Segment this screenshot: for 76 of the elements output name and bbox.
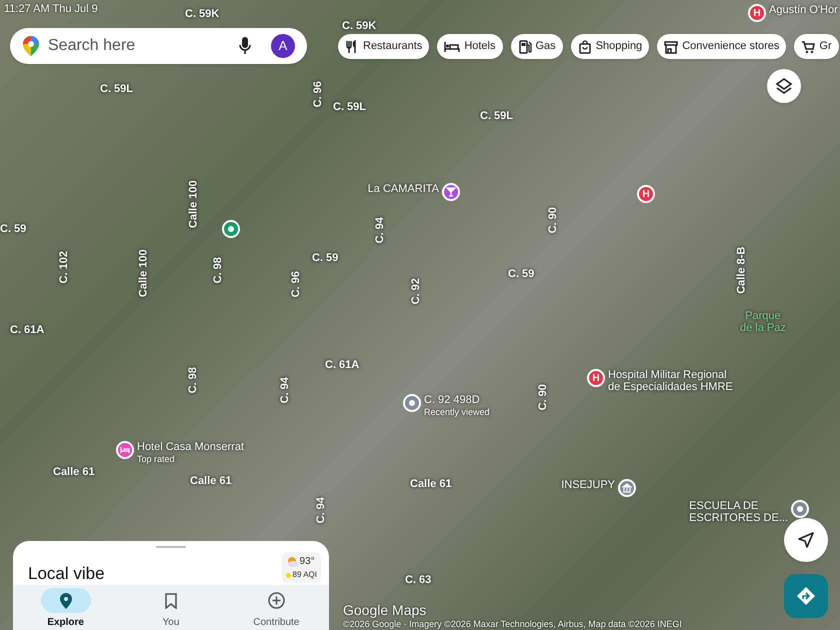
- street-label: C. 90: [546, 207, 560, 234]
- add-circle-icon: [268, 592, 285, 609]
- account-avatar[interactable]: A: [271, 34, 295, 58]
- nav-tab[interactable]: Contribute: [231, 588, 322, 630]
- place-subtitle: Top rated: [137, 453, 176, 466]
- microphone-icon[interactable]: [239, 37, 251, 55]
- category-chip[interactable]: Convenience stores: [657, 34, 786, 59]
- street-label: Calle 100: [186, 180, 201, 228]
- layers-icon: [775, 77, 793, 95]
- street-label: C. 94: [278, 377, 292, 404]
- place-subtitle: Recently viewed: [424, 406, 490, 419]
- sun-cloud-icon: [286, 556, 298, 568]
- place-label[interactable]: INSEJUPY: [561, 479, 615, 491]
- cart-icon: [801, 40, 816, 54]
- storefront-icon: [664, 40, 678, 54]
- bed-icon: [444, 40, 460, 52]
- street-label: C. 61A: [325, 358, 360, 373]
- street-label: Calle 100: [136, 249, 151, 298]
- nav-tab[interactable]: Explore: [20, 588, 111, 630]
- street-label: C. 96: [288, 271, 303, 298]
- street-label: C. 61A: [10, 323, 44, 338]
- directions-icon: [796, 586, 816, 606]
- category-chip[interactable]: Restaurants: [338, 34, 430, 59]
- directions-button[interactable]: [784, 574, 828, 618]
- place-label[interactable]: La CAMARITA: [368, 183, 439, 195]
- location-pin-icon: [60, 592, 72, 608]
- place-label[interactable]: Hospital Militar Regional de Especialidades HMRE: [608, 369, 733, 393]
- street-label: C. 92: [408, 278, 423, 304]
- street-label: C. 59: [0, 222, 26, 237]
- temperature: 93°: [300, 555, 315, 569]
- category-chip[interactable]: Hotels: [437, 34, 502, 59]
- map-attribution: ©2026 Google · Imagery ©2026 Maxar Technologies, Airbus, Map data ©2026 INEGI: [343, 618, 682, 630]
- street-label: C. 59K: [185, 7, 220, 22]
- street-label: C. 96: [310, 81, 325, 108]
- sheet-title: Local vibe: [28, 563, 105, 585]
- glass-icon: [446, 187, 456, 197]
- street-label: C. 90: [536, 384, 550, 410]
- street-label: C. 59: [508, 267, 534, 282]
- street-label: C. 94: [314, 497, 328, 524]
- shopping-bag-icon: [578, 40, 592, 54]
- street-label: Calle 61: [190, 474, 232, 489]
- search-placeholder: Search here: [48, 36, 136, 56]
- bookmark-icon: [164, 592, 177, 608]
- place-label[interactable]: Hotel Casa Monserrat: [137, 441, 244, 453]
- street-label: C. 59L: [100, 82, 134, 97]
- street-label: C. 98: [210, 257, 225, 284]
- street-label: C. 59L: [333, 100, 366, 115]
- street-label: Calle 8-B: [734, 246, 748, 294]
- weather-badge[interactable]: 93° 89 AQI: [282, 552, 321, 583]
- fork-knife-icon: [345, 40, 359, 54]
- building-icon: [622, 483, 632, 493]
- place-label[interactable]: C. 92 498D: [424, 394, 490, 406]
- street-label: C. 59: [312, 251, 338, 266]
- map-pin-logo-icon: [22, 35, 40, 57]
- place-label[interactable]: ESCUELA DE ESCRITORES DE...: [689, 500, 788, 524]
- status-bar-time: 11:27 AM Thu Jul 9: [4, 2, 98, 17]
- street-label: C. 102: [56, 251, 71, 284]
- street-label: C. 98: [186, 367, 200, 394]
- street-label: C. 59L: [480, 109, 514, 124]
- street-label: C. 63: [405, 573, 432, 588]
- fuel-pump-icon: [518, 40, 532, 54]
- drag-handle[interactable]: [156, 546, 186, 548]
- street-label: Calle 61: [53, 465, 95, 480]
- satellite-map[interactable]: [0, 0, 840, 630]
- street-label: C. 94: [372, 217, 387, 244]
- navigation-arrow-icon: [797, 531, 815, 549]
- search-bar[interactable]: Search here A: [10, 28, 307, 64]
- nav-tab[interactable]: You: [126, 588, 216, 630]
- air-quality: 89 AQI: [292, 569, 317, 581]
- category-chip[interactable]: Gas: [510, 34, 563, 59]
- category-chip[interactable]: Shopping: [570, 34, 650, 59]
- map-logo: Google Maps: [343, 601, 426, 620]
- street-label: Calle 61: [410, 477, 452, 492]
- street-label: C. 59K: [342, 19, 376, 34]
- bed-icon: [120, 446, 130, 454]
- place-label[interactable]: Agustín O'Hor: [769, 4, 838, 16]
